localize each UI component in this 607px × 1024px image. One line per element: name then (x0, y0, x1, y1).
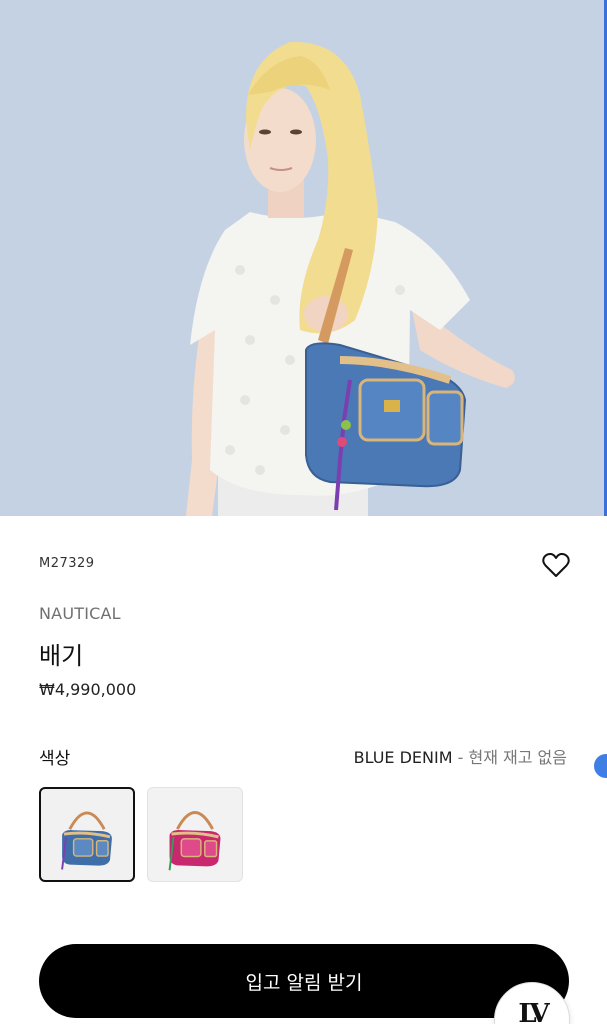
floating-scroll-indicator[interactable] (594, 754, 607, 778)
color-label: 색상 (39, 749, 71, 769)
notify-restock-button[interactable]: 입고 알림 받기 (39, 944, 569, 1018)
stock-status: 현재 재고 없음 (468, 748, 568, 767)
product-collection: NAUTICAL (39, 604, 121, 623)
swatch-blue-denim[interactable] (39, 787, 135, 882)
swatch-pink[interactable] (147, 787, 243, 882)
product-name: 배기 (39, 642, 84, 670)
selected-color-name: BLUE DENIM (353, 748, 453, 767)
color-separator: - (457, 748, 464, 767)
bag-thumbnail-blue-icon (61, 811, 112, 870)
product-hero-image[interactable] (0, 0, 607, 516)
product-sku: M27329 (39, 556, 95, 571)
color-status: BLUE DENIM - 현재 재고 없음 (354, 744, 567, 768)
model-photo (0, 0, 607, 516)
heart-icon[interactable] (541, 551, 571, 579)
product-price: ₩4,990,000 (39, 680, 137, 699)
bag-thumbnail-pink-icon (168, 811, 221, 871)
